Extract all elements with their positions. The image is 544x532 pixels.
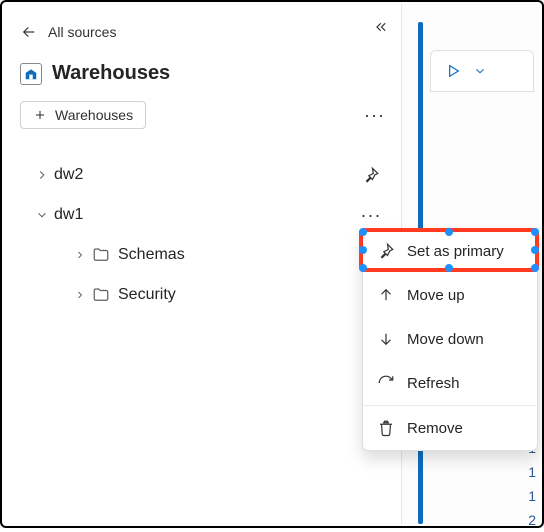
folder-icon xyxy=(92,286,110,304)
menu-refresh[interactable]: Refresh xyxy=(363,361,537,405)
back-link[interactable]: All sources xyxy=(20,18,385,46)
app-frame: All sources Warehouses Warehouses ··· xyxy=(0,0,544,528)
add-button-label: Warehouses xyxy=(55,107,133,123)
arrow-left-icon xyxy=(20,23,38,41)
pin-icon xyxy=(377,242,395,260)
menu-remove[interactable]: Remove xyxy=(363,406,537,450)
tree: dw2 dw1 ··· xyxy=(20,155,385,315)
menu-label: Set as primary xyxy=(407,243,504,260)
chevron-right-icon[interactable] xyxy=(30,168,54,182)
tree-item-label: Schemas xyxy=(118,246,185,264)
menu-label: Move down xyxy=(407,331,484,348)
add-warehouse-button[interactable]: Warehouses xyxy=(20,101,146,129)
tree-item-schemas[interactable]: Schemas xyxy=(20,235,385,275)
warehouse-icon xyxy=(20,63,42,85)
chevron-right-icon[interactable] xyxy=(68,249,92,261)
tree-item-security[interactable]: Security xyxy=(20,275,385,315)
pin-icon[interactable] xyxy=(362,166,380,184)
refresh-icon xyxy=(377,374,395,392)
menu-label: Refresh xyxy=(407,375,460,392)
tree-item-dw2[interactable]: dw2 xyxy=(20,155,385,195)
context-menu: Set as primary Move up Move down Refresh xyxy=(362,228,538,451)
panel-more-icon[interactable]: ··· xyxy=(364,105,385,126)
tree-item-label: dw2 xyxy=(54,166,83,184)
play-icon[interactable] xyxy=(445,63,461,79)
page-title: Warehouses xyxy=(52,62,170,85)
chevron-down-icon[interactable] xyxy=(30,208,54,222)
trash-icon xyxy=(377,419,395,437)
arrow-up-icon xyxy=(377,286,395,304)
plus-icon xyxy=(33,108,47,122)
tree-item-dw1[interactable]: dw1 ··· xyxy=(20,195,385,235)
arrow-down-icon xyxy=(377,330,395,348)
back-label: All sources xyxy=(48,24,116,40)
menu-label: Move up xyxy=(407,287,465,304)
title-row: Warehouses xyxy=(20,62,385,85)
chevron-down-icon[interactable] xyxy=(473,64,487,78)
tree-item-label: Security xyxy=(118,286,176,304)
run-toolbar xyxy=(430,50,534,92)
tree-item-more-icon[interactable]: ··· xyxy=(361,205,382,226)
chevron-right-icon[interactable] xyxy=(68,289,92,301)
tree-item-label: dw1 xyxy=(54,206,83,224)
collapse-panel-icon[interactable] xyxy=(371,18,389,36)
menu-move-down[interactable]: Move down xyxy=(363,317,537,361)
menu-label: Remove xyxy=(407,420,463,437)
folder-icon xyxy=(92,246,110,264)
explorer-panel: All sources Warehouses Warehouses ··· xyxy=(4,4,402,524)
menu-set-primary[interactable]: Set as primary xyxy=(363,229,537,273)
menu-move-up[interactable]: Move up xyxy=(363,273,537,317)
